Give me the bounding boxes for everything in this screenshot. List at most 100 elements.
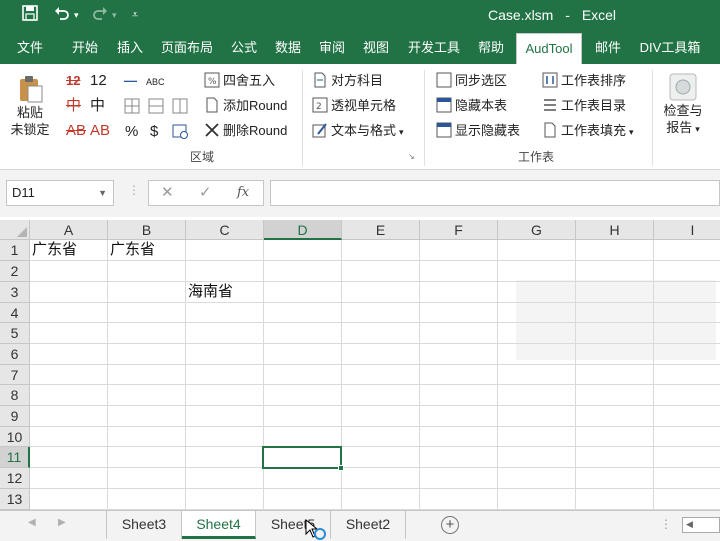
dash-icon[interactable]: —: [124, 72, 137, 90]
scroll-right-icon[interactable]: ▶: [58, 517, 66, 528]
scroll-left-arrow-icon[interactable]: ◀: [686, 519, 693, 530]
sort-sheets-button[interactable]: 工作表排序: [542, 72, 626, 90]
column-header-i[interactable]: I: [654, 220, 720, 240]
sheet-index-button[interactable]: 工作表目录: [542, 97, 626, 115]
dollar-button[interactable]: $: [150, 123, 158, 141]
tab-review[interactable]: 审阅: [312, 32, 352, 64]
add-round-button[interactable]: 添加Round: [204, 97, 287, 115]
tab-page-layout[interactable]: 页面布局: [155, 32, 219, 64]
tab-audtool[interactable]: AudTool: [516, 33, 582, 64]
column-header-c[interactable]: C: [186, 220, 264, 240]
sheet-index-label: 工作表目录: [561, 98, 627, 113]
dialog-launcher-icon[interactable]: ↘: [408, 152, 415, 161]
tab-help[interactable]: 帮助: [471, 32, 511, 64]
row-header-3[interactable]: 3: [0, 282, 30, 303]
customize-qat-icon[interactable]: ⩡: [132, 5, 138, 25]
tab-insert[interactable]: 插入: [110, 32, 150, 64]
column-header-h[interactable]: H: [576, 220, 654, 240]
tab-mail[interactable]: 邮件: [588, 32, 628, 64]
tab-file[interactable]: 文件: [10, 32, 50, 64]
scroll-left-icon[interactable]: ◀: [28, 517, 36, 528]
row-header-11[interactable]: 11: [0, 447, 30, 468]
pivot-cell-button[interactable]: 2 透视单元格: [312, 97, 396, 115]
round-button[interactable]: % 四舍五入: [204, 72, 275, 90]
percent-button[interactable]: %: [125, 123, 138, 141]
formula-input[interactable]: [270, 180, 720, 206]
add-sheet-button[interactable]: +: [441, 516, 459, 534]
row-header-12[interactable]: 12: [0, 468, 30, 489]
border-grid-icon-3[interactable]: [172, 98, 188, 119]
show-hidden-sheets-button[interactable]: 显示隐藏表: [436, 122, 520, 140]
cancel-icon[interactable]: ✕: [161, 183, 174, 203]
case-button-1a[interactable]: 12: [66, 72, 80, 90]
column-header-a[interactable]: A: [30, 220, 108, 240]
row-header-5[interactable]: 5: [0, 323, 30, 344]
tab-home[interactable]: 开始: [64, 32, 106, 64]
date-format-icon[interactable]: [172, 123, 188, 144]
row-header-8[interactable]: 8: [0, 385, 30, 406]
enter-icon[interactable]: ✓: [199, 183, 212, 203]
text-format-button[interactable]: 文本与格式 ▾: [312, 122, 404, 141]
row-header-4[interactable]: 4: [0, 303, 30, 323]
row-header-2[interactable]: 2: [0, 261, 30, 282]
cell-a1[interactable]: 广东省: [30, 240, 108, 260]
sync-selection-icon: [436, 72, 452, 88]
tab-view[interactable]: 视图: [356, 32, 396, 64]
row-header-1[interactable]: 1: [0, 240, 30, 261]
tab-div-toolbox[interactable]: DIV工具箱: [634, 32, 706, 64]
redo-icon[interactable]: [92, 5, 108, 27]
case-button-2a[interactable]: 中: [66, 97, 81, 115]
cell-c3[interactable]: 海南省: [186, 282, 264, 302]
sheet-fill-button[interactable]: 工作表填充 ▾: [542, 122, 634, 141]
save-icon[interactable]: [22, 5, 38, 27]
case-button-3a[interactable]: AB: [66, 122, 86, 140]
chevron-down-icon: ▾: [629, 127, 634, 137]
case-button-3b[interactable]: AB: [90, 122, 110, 140]
undo-icon[interactable]: [54, 5, 70, 27]
active-cell-d11[interactable]: [262, 446, 344, 471]
tab-developer[interactable]: 开发工具: [402, 32, 466, 64]
cell-area[interactable]: 广东省 广东省 海南省: [30, 240, 720, 510]
remove-round-button[interactable]: 删除Round: [204, 122, 287, 140]
row-header-10[interactable]: 10: [0, 427, 30, 447]
cell-b1[interactable]: 广东省: [108, 240, 186, 260]
hide-sheet-label: 隐藏本表: [455, 98, 508, 113]
paste-unlocked-button[interactable]: 粘贴 未锁定: [6, 70, 54, 144]
hide-sheet-button[interactable]: 隐藏本表: [436, 97, 507, 115]
sheet-tab-sheet3[interactable]: Sheet3: [107, 511, 182, 539]
counter-account-button[interactable]: 对方科目: [312, 72, 383, 90]
insert-function-icon[interactable]: fx: [237, 183, 249, 203]
column-header-e[interactable]: E: [342, 220, 420, 240]
row-header-13[interactable]: 13: [0, 489, 30, 510]
column-header-b[interactable]: B: [108, 220, 186, 240]
row-header-9[interactable]: 9: [0, 406, 30, 427]
sync-selection-button[interactable]: 同步选区: [436, 72, 507, 90]
undo-dropdown-icon[interactable]: ▾: [74, 5, 79, 25]
name-box[interactable]: D11 ▼: [6, 180, 114, 206]
abc-button[interactable]: ABC: [146, 73, 165, 91]
column-header-g[interactable]: G: [498, 220, 576, 240]
tab-formulas[interactable]: 公式: [224, 32, 264, 64]
ribbon-divider: [302, 70, 303, 166]
column-header-f[interactable]: F: [420, 220, 498, 240]
sheet-tab-sheet4[interactable]: Sheet4: [182, 511, 256, 539]
case-button-1b[interactable]: 12: [90, 72, 107, 90]
column-header-d[interactable]: D: [264, 220, 342, 240]
fill-handle[interactable]: [338, 465, 344, 471]
tab-data[interactable]: 数据: [268, 32, 308, 64]
row-header-6[interactable]: 6: [0, 344, 30, 365]
chevron-down-icon[interactable]: ▼: [98, 181, 107, 205]
title-bar: ▾ ▾ ⩡ Case.xlsm - Excel: [0, 0, 720, 32]
sheet-tab-sheet2[interactable]: Sheet2: [331, 511, 406, 539]
border-grid-icon-2[interactable]: [148, 98, 164, 119]
delete-x-icon: [204, 122, 220, 138]
pivot-cell-label: 透视单元格: [331, 98, 397, 113]
horizontal-scrollbar[interactable]: ◀: [682, 517, 720, 533]
redo-dropdown-icon[interactable]: ▾: [112, 5, 117, 25]
case-button-2b[interactable]: 中: [90, 97, 105, 115]
border-grid-icon-1[interactable]: [124, 98, 140, 119]
name-box-value: D11: [12, 185, 35, 200]
check-report-button[interactable]: 检查与 报告 ▾: [658, 70, 708, 144]
select-all-button[interactable]: [0, 220, 30, 240]
row-header-7[interactable]: 7: [0, 365, 30, 385]
